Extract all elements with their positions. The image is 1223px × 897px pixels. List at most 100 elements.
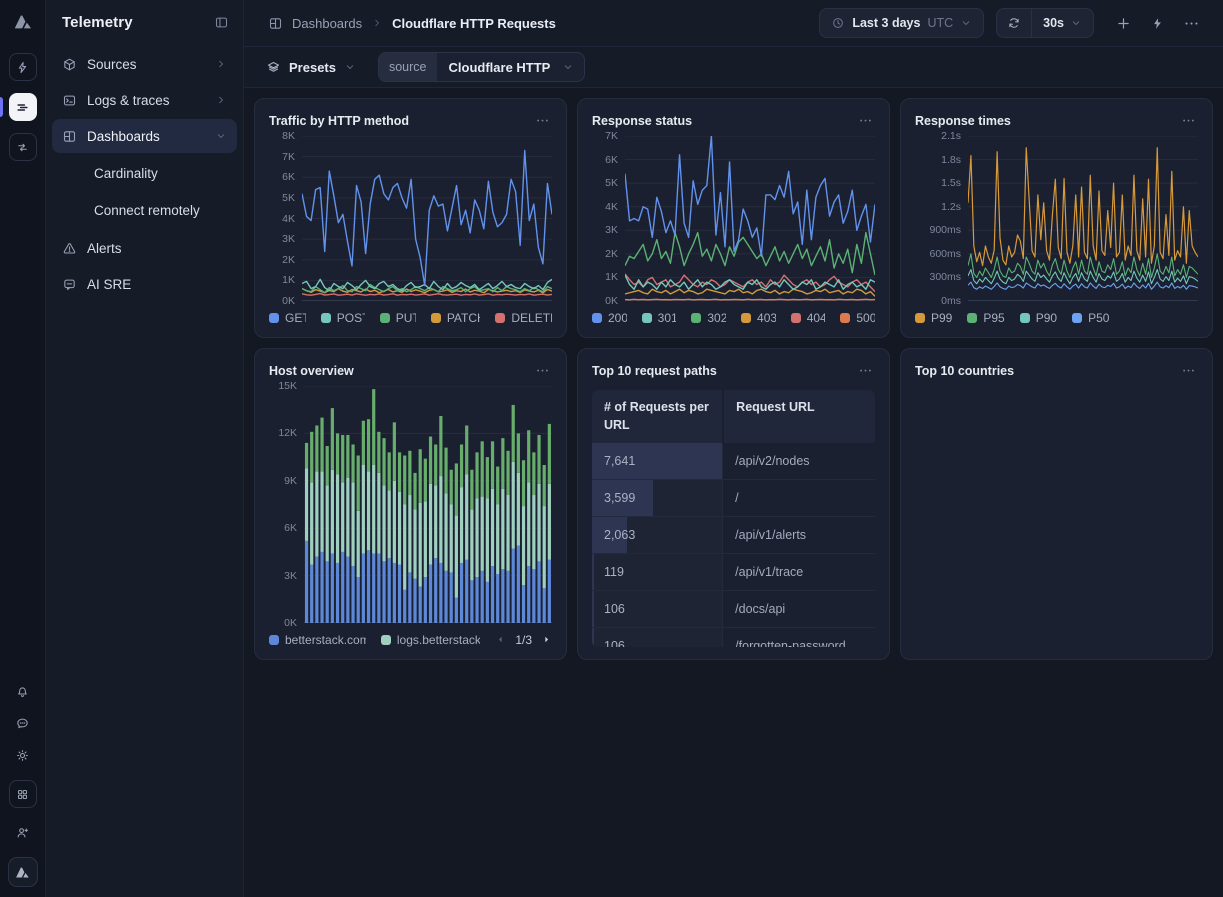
card-header: Response status (592, 111, 875, 130)
plot-row: 0K1K2K3K4K5K6K7K8K (269, 136, 552, 301)
add-widget-button[interactable] (1112, 12, 1135, 35)
legend-item-patch[interactable]: PATCH (431, 311, 481, 325)
legend-chip (1020, 313, 1030, 323)
card-menu-button[interactable] (856, 111, 875, 130)
rail-item-quick-actions[interactable] (9, 53, 37, 81)
legend-label: DELETE (511, 311, 552, 325)
more-options-button[interactable] (1180, 12, 1203, 35)
time-range-button[interactable]: Last 3 days UTC (819, 8, 984, 38)
legend-item-403[interactable]: 403 (741, 311, 776, 325)
legend-item-betterstack-com[interactable]: betterstack.com (269, 633, 366, 647)
breadcrumb-section[interactable]: Dashboards (292, 16, 362, 31)
chart-plot-area[interactable] (302, 136, 552, 301)
refresh-now-button[interactable] (997, 9, 1031, 37)
legend-item-get[interactable]: GET (269, 311, 306, 325)
legend-item-301[interactable]: 301 (642, 311, 677, 325)
sidebar-item-label: AI SRE (87, 277, 131, 292)
y-tick-label: 7K (282, 151, 295, 163)
card-title: Response status (592, 114, 692, 128)
chart-plot-area[interactable] (304, 386, 552, 623)
chart-plot-area[interactable] (968, 136, 1198, 301)
app-root: Telemetry Sources Logs & traces Dashboards… (0, 0, 1223, 897)
presets-label: Presets (289, 60, 336, 75)
collapse-panel-icon[interactable] (214, 15, 229, 30)
betterstack-logo[interactable] (12, 11, 34, 33)
table-row[interactable]: 106/forgotten-password (592, 627, 875, 647)
rail-item-apps[interactable] (9, 780, 37, 808)
refresh-interval-button[interactable]: 30s (1032, 16, 1093, 30)
sidebar-item-dashboards[interactable]: Dashboards (52, 119, 237, 153)
request-count-cell: 3,599 (592, 480, 722, 516)
quick-actions-button[interactable] (1147, 13, 1168, 34)
legend-item-put[interactable]: PUT (380, 311, 416, 325)
rail-item-theme[interactable] (15, 748, 30, 763)
legend-item-logs-betterstack-[interactable]: logs.betterstack. (381, 633, 480, 647)
legend-prev-page-button[interactable] (495, 634, 506, 645)
chart-legend: betterstack.comlogs.betterstack.1/3 (269, 632, 552, 647)
rail-item-workspace[interactable] (8, 857, 38, 887)
source-filter[interactable]: source Cloudflare HTTP (378, 52, 585, 82)
y-tick-label: 600ms (929, 248, 961, 260)
sidebar-subitem-cardinality[interactable]: Cardinality (52, 155, 237, 192)
refresh-control: 30s (996, 8, 1094, 38)
card-menu-button[interactable] (856, 361, 875, 380)
legend-item-p99[interactable]: P99 (915, 311, 952, 325)
sidebar-header: Telemetry (46, 12, 243, 45)
card-menu-button[interactable] (533, 111, 552, 130)
card-header: Top 10 request paths (592, 361, 875, 380)
table-row[interactable]: 119/api/v1/trace (592, 553, 875, 590)
chart-plot-area[interactable] (625, 136, 875, 301)
table-row[interactable]: 106/docs/api (592, 590, 875, 627)
legend-item-p90[interactable]: P90 (1020, 311, 1057, 325)
legend-next-page-button[interactable] (541, 634, 552, 645)
rail-item-flows[interactable] (9, 133, 37, 161)
filter-bar: Presets source Cloudflare HTTP (244, 47, 1223, 88)
box-icon (62, 57, 77, 72)
sidebar-item-ai-sre[interactable]: AI SRE (52, 267, 237, 301)
terminal-icon (62, 93, 77, 108)
chevron-down-icon (344, 61, 356, 73)
topbar: Dashboards Cloudflare HTTP Requests Last… (244, 0, 1223, 47)
legend-item-500[interactable]: 500 (840, 311, 875, 325)
legend-chip (380, 313, 390, 323)
sidebar-item-sources[interactable]: Sources (52, 47, 237, 81)
sidebar-item-alerts[interactable]: Alerts (52, 231, 237, 265)
table-row[interactable]: 2,063/api/v1/alerts (592, 516, 875, 553)
card-menu-button[interactable] (1179, 111, 1198, 130)
legend-item-302[interactable]: 302 (691, 311, 726, 325)
apps-icon (15, 787, 30, 802)
legend-chip (840, 313, 850, 323)
y-tick-label: 1.2s (941, 201, 961, 213)
request-url-cell: /forgotten-password (722, 628, 875, 647)
presets-button[interactable]: Presets (260, 54, 362, 81)
legend-label: 302 (707, 311, 726, 325)
sidebar-item-label: Logs & traces (87, 93, 170, 108)
table-row[interactable]: 7,641/api/v2/nodes (592, 443, 875, 479)
card-menu-button[interactable] (1179, 361, 1198, 380)
card-title: Traffic by HTTP method (269, 114, 409, 128)
legend-chip (741, 313, 751, 323)
legend-item-200[interactable]: 200 (592, 311, 627, 325)
legend-chip (495, 313, 505, 323)
y-tick-label: 7K (605, 130, 618, 142)
sidebar-item-logs-traces[interactable]: Logs & traces (52, 83, 237, 117)
rail-item-support[interactable] (15, 716, 30, 731)
legend-item-delete[interactable]: DELETE (495, 311, 552, 325)
y-tick-label: 6K (605, 154, 618, 166)
refresh-icon (1007, 16, 1021, 30)
y-tick-label: 0K (605, 295, 618, 307)
legend-item-p95[interactable]: P95 (967, 311, 1004, 325)
card-menu-button[interactable] (533, 361, 552, 380)
legend-item-p50[interactable]: P50 (1072, 311, 1109, 325)
sidebar-subitem-connect-remotely[interactable]: Connect remotely (52, 192, 237, 229)
rail-item-logs[interactable] (9, 93, 37, 121)
rail-item-invite[interactable] (15, 825, 30, 840)
legend-label: 200 (608, 311, 627, 325)
y-tick-label: 1K (605, 271, 618, 283)
topbar-icon-buttons (1112, 12, 1203, 35)
legend-item-404[interactable]: 404 (791, 311, 826, 325)
dashboards-breadcrumb-icon (268, 16, 283, 31)
table-row[interactable]: 3,599/ (592, 479, 875, 516)
rail-item-notifications[interactable] (15, 684, 30, 699)
legend-item-post[interactable]: POST (321, 311, 365, 325)
